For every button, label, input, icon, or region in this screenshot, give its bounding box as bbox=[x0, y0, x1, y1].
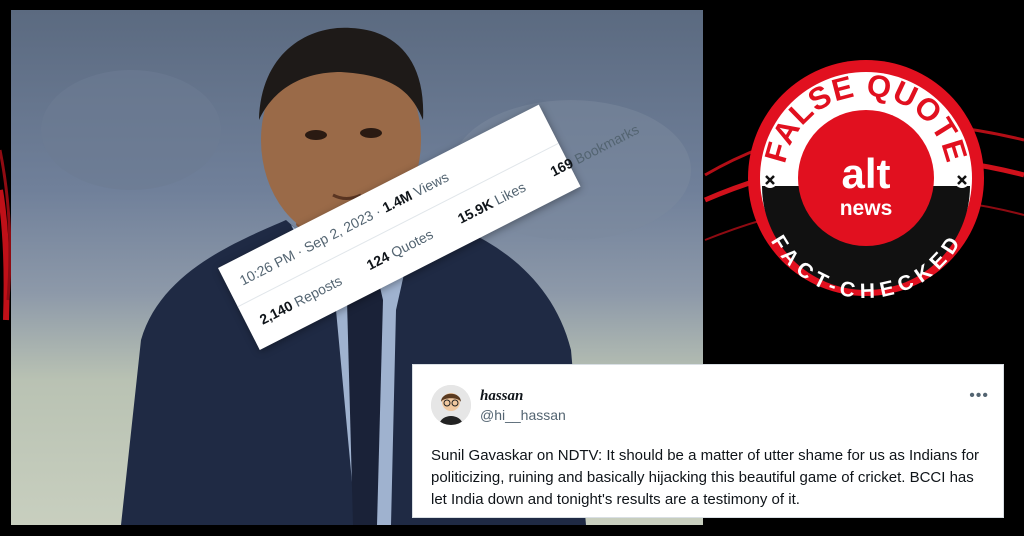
x-mark-left-icon bbox=[762, 172, 778, 188]
more-options-icon[interactable]: ••• bbox=[969, 387, 989, 405]
tweet-card: hassan @hi__hassan ••• Sunil Gavaskar on… bbox=[412, 364, 1004, 518]
avatar[interactable] bbox=[431, 385, 471, 425]
tweet-text: Sunil Gavaskar on NDTV: It should be a m… bbox=[431, 447, 980, 508]
avatar-icon bbox=[431, 385, 471, 425]
news-logo-text: news bbox=[840, 197, 893, 220]
alt-logo-text: alt bbox=[841, 150, 890, 197]
user-handle[interactable]: @hi__hassan bbox=[480, 407, 566, 423]
display-name[interactable]: hassan bbox=[480, 388, 523, 405]
x-mark-right-icon bbox=[954, 172, 970, 188]
views-label: Views bbox=[407, 168, 452, 202]
false-quote-badge: FALSE QUOTE FACT-CHECKED alt news bbox=[746, 58, 986, 303]
